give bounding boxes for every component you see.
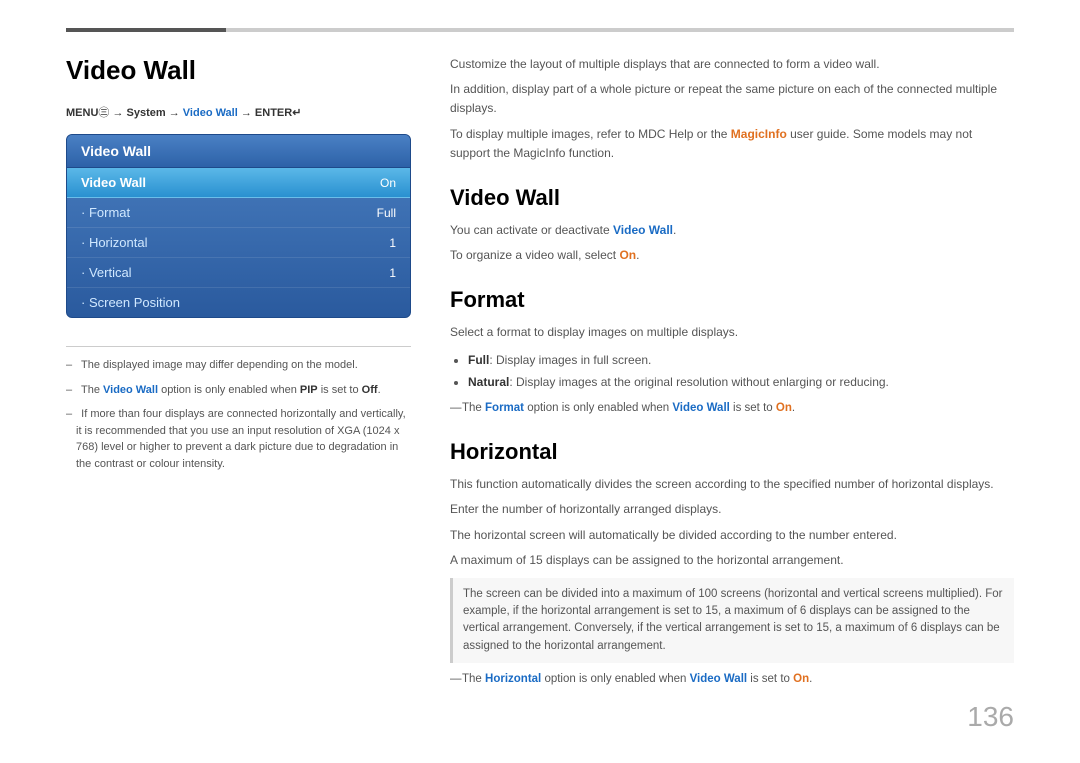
format-bullet-list: Full: Display images in full screen. Nat… bbox=[468, 351, 1014, 392]
menu-item-horizontal[interactable]: · Horizontal 1 bbox=[67, 228, 410, 258]
intro-line-2: In addition, display part of a whole pic… bbox=[450, 80, 1014, 118]
bullet-natural: Natural: Display images at the original … bbox=[468, 373, 1014, 392]
menu-item-screenposition[interactable]: · Screen Position bbox=[67, 288, 410, 317]
top-bar-dark bbox=[66, 28, 226, 32]
horizontal-note2: The Horizontal option is only enabled wh… bbox=[450, 671, 1014, 688]
section-videowall-p2: To organize a video wall, select On. bbox=[450, 246, 1014, 265]
menu-item-videowall-label: Video Wall bbox=[81, 175, 146, 190]
section-horizontal-p2: Enter the number of horizontally arrange… bbox=[450, 500, 1014, 519]
menu-item-horizontal-value: 1 bbox=[389, 236, 396, 250]
note-3: If more than four displays are connected… bbox=[66, 406, 411, 472]
menu-box: Video Wall Video Wall On · Format Full ·… bbox=[66, 134, 411, 318]
format-note: The Format option is only enabled when V… bbox=[450, 400, 1014, 417]
right-column: Customize the layout of multiple display… bbox=[450, 55, 1014, 688]
section-horizontal-p3: The horizontal screen will automatically… bbox=[450, 526, 1014, 545]
menu-item-videowall-value: On bbox=[380, 176, 396, 190]
page-number: 136 bbox=[967, 701, 1014, 733]
top-bar-light bbox=[226, 28, 1014, 32]
top-bar bbox=[66, 28, 1014, 32]
menu-item-format[interactable]: · Format Full bbox=[67, 198, 410, 228]
menu-box-title: Video Wall bbox=[67, 135, 410, 168]
left-column: Video Wall MENU㊂ → System → Video Wall →… bbox=[66, 55, 411, 480]
note-2: The Video Wall option is only enabled wh… bbox=[66, 382, 411, 399]
intro-line-3: To display multiple images, refer to MDC… bbox=[450, 125, 1014, 163]
menu-item-horizontal-label: · Horizontal bbox=[81, 235, 147, 250]
page-title: Video Wall bbox=[66, 55, 411, 86]
menu-item-vertical-value: 1 bbox=[389, 266, 396, 280]
menu-item-videowall[interactable]: Video Wall On bbox=[67, 168, 410, 198]
section-horizontal-p4: A maximum of 15 displays can be assigned… bbox=[450, 551, 1014, 570]
menu-item-format-label: · Format bbox=[81, 205, 130, 220]
section-heading-videowall: Video Wall bbox=[450, 185, 1014, 211]
section-videowall-p1: You can activate or deactivate Video Wal… bbox=[450, 221, 1014, 240]
menu-item-format-value: Full bbox=[377, 206, 396, 220]
section-horizontal-p1: This function automatically divides the … bbox=[450, 475, 1014, 494]
menu-system: System bbox=[127, 107, 166, 119]
menu-item-screenposition-label: · Screen Position bbox=[81, 295, 180, 310]
menu-prefix: MENU㊂ bbox=[66, 107, 109, 119]
menu-videowall: Video Wall bbox=[183, 107, 238, 119]
section-format-p1: Select a format to display images on mul… bbox=[450, 323, 1014, 342]
bullet-full: Full: Display images in full screen. bbox=[468, 351, 1014, 370]
menu-enter: ENTER↵ bbox=[255, 107, 302, 119]
notes-section: The displayed image may differ depending… bbox=[66, 346, 411, 472]
menu-arrow2: → bbox=[169, 107, 183, 119]
intro-line-1: Customize the layout of multiple display… bbox=[450, 55, 1014, 74]
note-1: The displayed image may differ depending… bbox=[66, 357, 411, 374]
menu-path: MENU㊂ → System → Video Wall → ENTER↵ bbox=[66, 104, 411, 120]
horizontal-note-block: The screen can be divided into a maximum… bbox=[450, 578, 1014, 663]
menu-item-vertical[interactable]: · Vertical 1 bbox=[67, 258, 410, 288]
menu-arrow1: → bbox=[112, 107, 126, 119]
menu-item-vertical-label: · Vertical bbox=[81, 265, 132, 280]
menu-arrow3: → bbox=[241, 107, 255, 119]
section-heading-format: Format bbox=[450, 287, 1014, 313]
section-heading-horizontal: Horizontal bbox=[450, 439, 1014, 465]
